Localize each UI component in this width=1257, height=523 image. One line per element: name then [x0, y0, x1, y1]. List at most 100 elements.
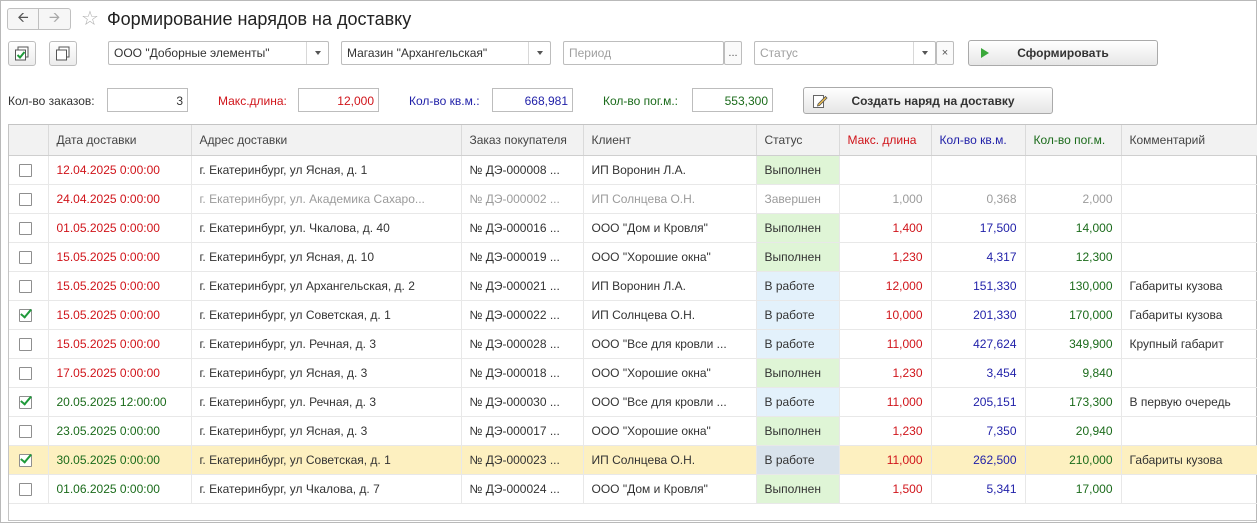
customer-order: № ДЭ-000017 ... [461, 416, 584, 446]
linear-m-value: 210,000 [1025, 445, 1122, 475]
linear-m-value [1025, 155, 1122, 185]
col-check [9, 125, 49, 156]
store-value: Магазин "Архангельская" [347, 46, 488, 60]
delivery-date: 01.05.2025 0:00:00 [48, 213, 192, 243]
status-dropdown[interactable] [913, 42, 935, 64]
max-length-value: 1,000 [839, 184, 932, 214]
col-status[interactable]: Статус [756, 125, 840, 156]
checkbox[interactable] [19, 192, 32, 206]
checkbox[interactable] [19, 221, 32, 235]
filter-toolbar: ООО "Доборные элементы" Магазин "Арханге… [8, 40, 1253, 67]
table-row[interactable]: 15.05.2025 0:00:00 г. Екатеринбург, ул Ар… [9, 271, 1257, 301]
max-length-value: 1,230 [839, 242, 932, 272]
chevron-down-icon [921, 51, 928, 55]
checkbox[interactable] [19, 250, 32, 264]
linear-m-value: 173,300 [1025, 387, 1122, 417]
client-name: ИП Воронин Л.А. [583, 155, 757, 185]
table-row[interactable]: 15.05.2025 0:00:00 г. Екатеринбург, ул. Р… [9, 329, 1257, 359]
customer-order: № ДЭ-000030 ... [461, 387, 584, 417]
col-address[interactable]: Адрес доставки [191, 125, 462, 156]
table-row[interactable]: 15.05.2025 0:00:00 г. Екатеринбург, ул Яс… [9, 242, 1257, 272]
comment [1121, 416, 1257, 446]
checkmark-icon [20, 451, 32, 464]
checkbox-cell [9, 184, 49, 214]
sqm-value: 17,500 [931, 213, 1026, 243]
delivery-date: 17.05.2025 0:00:00 [48, 358, 192, 388]
table-row[interactable]: 01.06.2025 0:00:00 г. Екатеринбург, ул Чк… [9, 474, 1257, 504]
status-badge: Выполнен [756, 416, 840, 446]
create-order-button[interactable]: Создать наряд на доставку [803, 87, 1053, 114]
sqm-value: 205,151 [931, 387, 1026, 417]
back-button[interactable]: 🡨 [7, 8, 39, 30]
checkbox[interactable] [19, 279, 32, 293]
form-button[interactable]: Сформировать [968, 40, 1158, 66]
store-select[interactable]: Магазин "Архангельская" [341, 41, 551, 65]
table-row[interactable]: 15.05.2025 0:00:00 г. Екатеринбург, ул Со… [9, 300, 1257, 330]
col-client[interactable]: Клиент [583, 125, 757, 156]
customer-order: № ДЭ-000021 ... [461, 271, 584, 301]
linear-m-value: 12,300 [1025, 242, 1122, 272]
orders-count-field: 3 [107, 88, 188, 112]
delivery-date: 15.05.2025 0:00:00 [48, 329, 192, 359]
check-all-button[interactable] [8, 41, 36, 66]
table-row[interactable]: 23.05.2025 0:00:00 г. Екатеринбург, ул Яс… [9, 416, 1257, 446]
delivery-address: г. Екатеринбург, ул. Академика Сахаро... [191, 184, 462, 214]
play-icon [981, 48, 989, 58]
checkbox[interactable] [19, 337, 32, 351]
delivery-address: г. Екатеринбург, ул. Речная, д. 3 [191, 387, 462, 417]
delivery-date: 15.05.2025 0:00:00 [48, 242, 192, 272]
organization-select[interactable]: ООО "Доборные элементы" [108, 41, 329, 65]
col-order[interactable]: Заказ покупателя [461, 125, 584, 156]
checkbox-checked[interactable] [19, 451, 32, 467]
col-sqm[interactable]: Кол-во кв.м. [931, 125, 1026, 156]
col-comment[interactable]: Комментарий [1121, 125, 1257, 156]
checkbox-checked[interactable] [19, 306, 32, 322]
col-max-length[interactable]: Макс. длина [839, 125, 932, 156]
period-placeholder: Период [569, 46, 612, 60]
status-badge: В работе [756, 271, 840, 301]
store-dropdown[interactable] [528, 42, 550, 64]
table-row[interactable]: 30.05.2025 0:00:00 г. Екатеринбург, ул Со… [9, 445, 1257, 475]
linear-m-value: 130,000 [1025, 271, 1122, 301]
checkbox-cell [9, 474, 49, 504]
organization-dropdown[interactable] [306, 42, 328, 64]
max-length-value: 11,000 [839, 329, 932, 359]
forward-button[interactable]: 🡪 [39, 8, 71, 30]
comment: Габариты кузова [1121, 445, 1257, 475]
status-clear-button[interactable]: × [936, 41, 954, 65]
uncheck-all-button[interactable] [49, 41, 77, 66]
col-date[interactable]: Дата доставки [48, 125, 192, 156]
sqm-value: 5,341 [931, 474, 1026, 504]
status-badge: В работе [756, 387, 840, 417]
max-length-value: 11,000 [839, 387, 932, 417]
table-row[interactable]: 24.04.2025 0:00:00 г. Екатеринбург, ул. А… [9, 184, 1257, 214]
table-row[interactable]: 01.05.2025 0:00:00 г. Екатеринбург, ул. Ч… [9, 213, 1257, 243]
client-name: ООО "Дом и Кровля" [583, 213, 757, 243]
delivery-date: 15.05.2025 0:00:00 [48, 300, 192, 330]
checkbox[interactable] [19, 163, 32, 177]
checkbox[interactable] [19, 424, 32, 438]
favorite-star-icon[interactable]: ☆ [81, 9, 99, 29]
table-row[interactable]: 20.05.2025 12:00:00 г. Екатеринбург, ул. … [9, 387, 1257, 417]
comment: Крупный габарит [1121, 329, 1257, 359]
comment [1121, 155, 1257, 185]
table-row[interactable]: 12.04.2025 0:00:00 г. Екатеринбург, ул Яс… [9, 155, 1257, 185]
period-select-button[interactable]: ... [724, 41, 742, 65]
customer-order: № ДЭ-000002 ... [461, 184, 584, 214]
max-length-value: 12,000 [839, 271, 932, 301]
checkbox[interactable] [19, 366, 32, 380]
col-linear-m[interactable]: Кол-во пог.м. [1025, 125, 1122, 156]
customer-order: № ДЭ-000024 ... [461, 474, 584, 504]
period-input[interactable]: Период [563, 41, 724, 65]
sqm-value: 151,330 [931, 271, 1026, 301]
orders-count-label: Кол-во заказов: [8, 94, 95, 108]
sqm-field: 668,981 [492, 88, 573, 112]
checkbox[interactable] [19, 482, 32, 496]
max-length-value: 1,230 [839, 358, 932, 388]
client-name: ИП Воронин Л.А. [583, 271, 757, 301]
linear-m-label: Кол-во пог.м.: [603, 94, 678, 108]
checkbox-checked[interactable] [19, 393, 32, 409]
linear-m-value: 17,000 [1025, 474, 1122, 504]
status-select[interactable]: Статус [754, 41, 936, 65]
table-row[interactable]: 17.05.2025 0:00:00 г. Екатеринбург, ул Яс… [9, 358, 1257, 388]
